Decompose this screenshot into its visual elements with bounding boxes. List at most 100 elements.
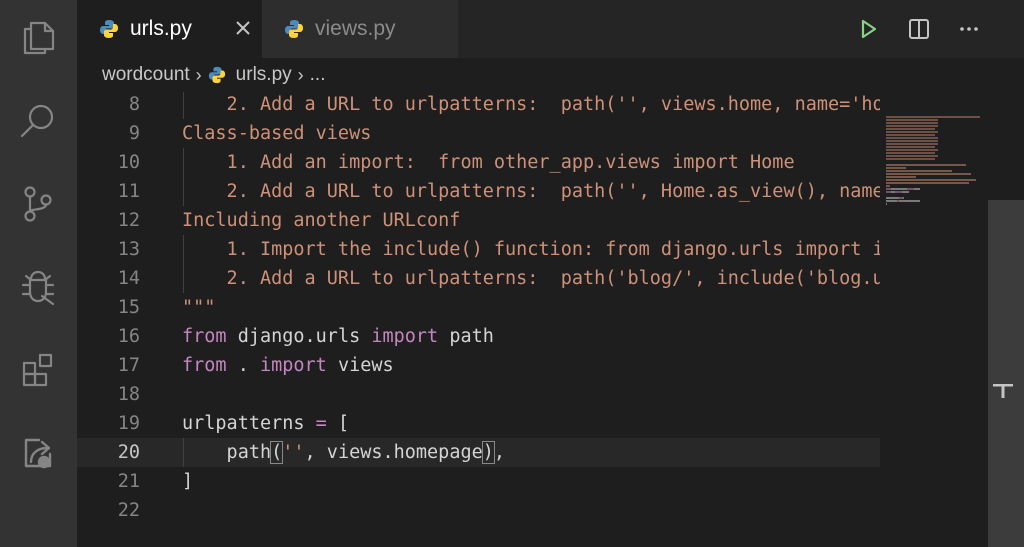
code-editor[interactable]: 8 2. Add a URL to urlpatterns: path('', … bbox=[77, 92, 880, 547]
line-number: 12 bbox=[117, 210, 140, 231]
line-number: 13 bbox=[117, 239, 140, 260]
code-token: . bbox=[226, 355, 260, 376]
minimap-line bbox=[886, 134, 935, 136]
minimap-line bbox=[886, 179, 976, 181]
more-actions-button[interactable] bbox=[952, 12, 986, 46]
breadcrumb-more[interactable]: ... bbox=[310, 64, 326, 86]
split-editor-button[interactable] bbox=[902, 12, 936, 46]
matched-bracket: ) bbox=[481, 441, 495, 464]
minimap-line bbox=[886, 200, 896, 202]
python-file-icon bbox=[285, 20, 303, 38]
code-token: django.urls bbox=[226, 326, 372, 347]
code-token: = bbox=[304, 413, 338, 434]
vertical-scrollbar-thumb[interactable] bbox=[988, 200, 1024, 547]
code-text: from . import views bbox=[182, 351, 394, 380]
line-number: 10 bbox=[117, 152, 140, 173]
code-text: Including another URLconf bbox=[182, 206, 460, 235]
minimap-line bbox=[886, 119, 938, 121]
line-number: 11 bbox=[117, 181, 140, 202]
minimap-line bbox=[886, 131, 938, 133]
code-line[interactable]: 17 from . import views bbox=[77, 351, 880, 380]
code-line[interactable]: 21] bbox=[77, 467, 880, 496]
code-line[interactable]: 13 1. Import the include() function: fro… bbox=[77, 235, 880, 264]
code-token: path bbox=[182, 442, 272, 463]
code-token: Class-based views bbox=[182, 123, 372, 144]
minimap-line bbox=[886, 137, 938, 139]
code-line[interactable]: 12 Including another URLconf bbox=[77, 206, 880, 235]
search-icon[interactable] bbox=[13, 96, 63, 146]
source-control-icon[interactable] bbox=[13, 179, 63, 229]
minimap-line bbox=[886, 152, 935, 154]
close-icon bbox=[236, 21, 250, 35]
code-line[interactable]: 18 bbox=[77, 380, 880, 409]
minimap[interactable] bbox=[880, 92, 988, 547]
code-text: 2. Add a URL to urlpatterns: path('', Ho… bbox=[182, 177, 880, 206]
minimap-line bbox=[886, 176, 916, 178]
line-number: 21 bbox=[117, 471, 140, 492]
minimap-line bbox=[886, 197, 899, 199]
minimap-line bbox=[886, 146, 935, 148]
code-text: from django.urls import path bbox=[182, 322, 494, 351]
code-line[interactable]: 16 from django.urls import path bbox=[77, 322, 880, 351]
code-text: path('', views.homepage), bbox=[182, 438, 505, 467]
minimap-line bbox=[899, 200, 918, 202]
minimap-line bbox=[903, 197, 904, 199]
code-line[interactable]: 14 2. Add a URL to urlpatterns: path('bl… bbox=[77, 264, 880, 293]
explorer-icon[interactable] bbox=[13, 13, 63, 63]
code-text: 1. Add an import: from other_app.views i… bbox=[182, 148, 795, 177]
code-token: ] bbox=[182, 471, 194, 492]
matched-bracket: ( bbox=[270, 441, 284, 464]
python-file-icon bbox=[100, 20, 118, 38]
breadcrumb-file[interactable]: urls.py bbox=[236, 64, 292, 86]
minimap-line bbox=[886, 164, 966, 166]
code-line[interactable]: 19 urlpatterns = [ bbox=[77, 409, 880, 438]
minimap-line bbox=[919, 200, 920, 202]
code-token: import bbox=[371, 326, 439, 347]
code-line[interactable]: 22 bbox=[77, 496, 880, 525]
code-line[interactable]: 9 Class-based views bbox=[77, 119, 880, 148]
code-line[interactable]: 11 2. Add a URL to urlpatterns: path('',… bbox=[77, 177, 880, 206]
minimap-line bbox=[886, 140, 938, 142]
chevron-right-icon: › bbox=[195, 64, 202, 85]
more-actions-icon bbox=[960, 27, 978, 31]
code-text: Class-based views bbox=[182, 119, 371, 148]
debug-icon[interactable] bbox=[13, 262, 63, 312]
minimap-line bbox=[886, 125, 938, 127]
line-number: 14 bbox=[117, 268, 140, 289]
minimap-line bbox=[886, 170, 952, 172]
tab-views-py[interactable]: views.py bbox=[262, 0, 458, 58]
code-line[interactable]: 10 1. Add an import: from other_app.view… bbox=[77, 148, 880, 177]
code-token: import bbox=[259, 355, 327, 376]
minimap-line bbox=[886, 128, 935, 130]
breadcrumb-folder[interactable]: wordcount bbox=[102, 64, 190, 86]
activity-bar bbox=[0, 0, 77, 547]
remote-icon[interactable] bbox=[13, 428, 63, 478]
extensions-icon[interactable] bbox=[13, 345, 63, 395]
tab-bar: urls.py views.py bbox=[77, 0, 1024, 58]
python-file-icon bbox=[208, 66, 225, 84]
line-number: 22 bbox=[117, 500, 140, 521]
minimap-line bbox=[886, 116, 980, 118]
code-text: ] bbox=[182, 467, 193, 496]
code-token: 2. Add a URL to urlpatterns: path('', vi… bbox=[182, 94, 880, 115]
code-line[interactable]: 15 """ bbox=[77, 293, 880, 322]
tab-urls-py[interactable]: urls.py bbox=[77, 0, 262, 58]
code-text: 2. Add a URL to urlpatterns: path('blog/… bbox=[182, 264, 880, 293]
code-token: urlpatterns bbox=[182, 413, 305, 434]
chevron-right-icon: › bbox=[297, 64, 304, 85]
code-line[interactable]: 20 path('', views.homepage), bbox=[77, 438, 880, 467]
code-token: [ bbox=[337, 413, 350, 434]
line-number: 17 bbox=[117, 355, 140, 376]
minimap-line bbox=[914, 188, 920, 190]
code-token: from bbox=[182, 355, 227, 376]
code-text: """ bbox=[182, 293, 215, 322]
code-token: 1. Add an import: from other_app.views i… bbox=[182, 152, 795, 173]
run-button[interactable] bbox=[851, 12, 885, 46]
code-token: 2. Add a URL to urlpatterns: path('', Ho… bbox=[226, 181, 880, 202]
code-line[interactable]: 8 2. Add a URL to urlpatterns: path('', … bbox=[77, 92, 880, 119]
minimap-line bbox=[902, 191, 909, 193]
close-tab-button[interactable] bbox=[229, 14, 257, 42]
code-text: 1. Import the include() function: from d… bbox=[182, 235, 880, 264]
line-number: 15 bbox=[117, 297, 140, 318]
code-text: urlpatterns = [ bbox=[182, 409, 349, 438]
